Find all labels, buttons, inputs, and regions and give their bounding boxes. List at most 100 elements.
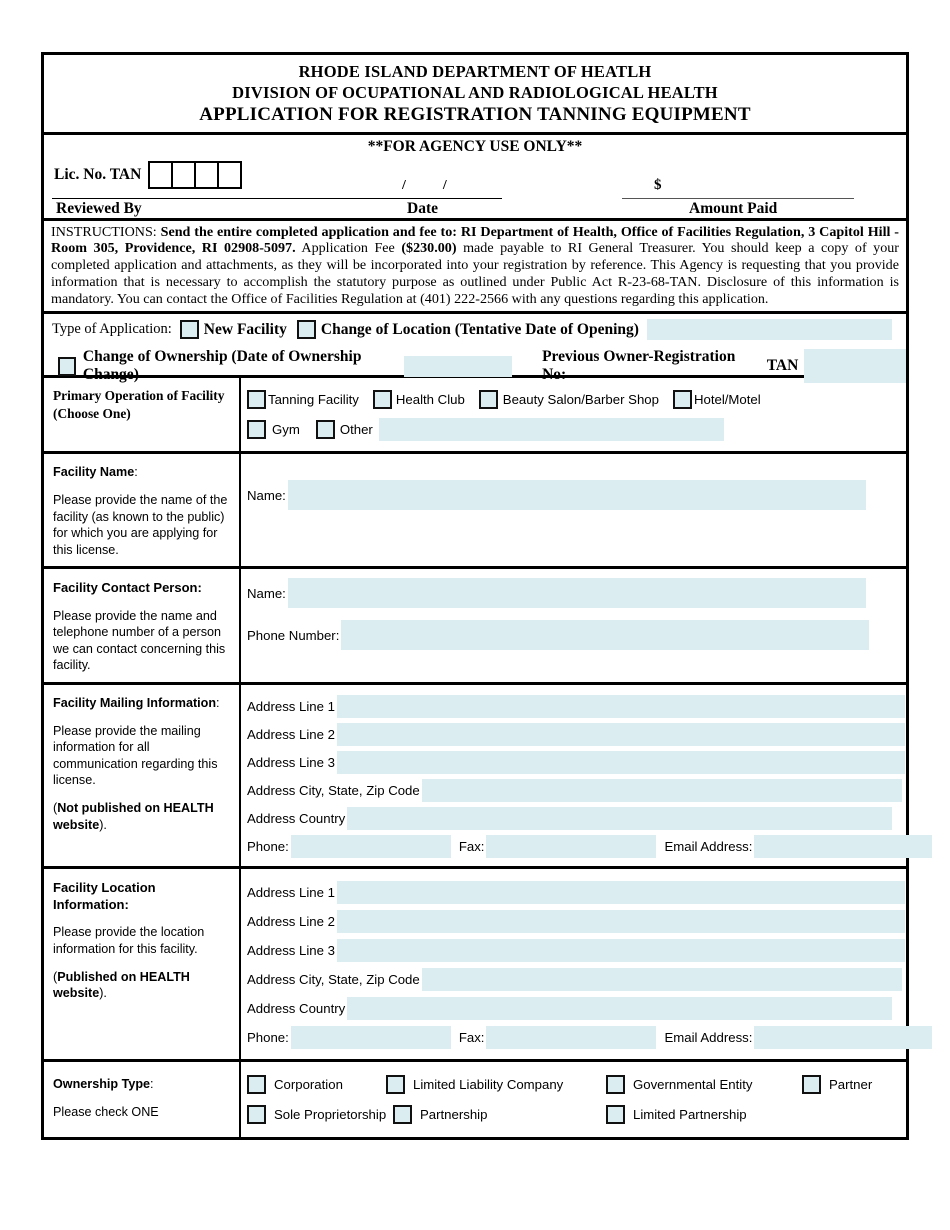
- input-mailing-fax[interactable]: [486, 834, 657, 858]
- input-location-address-line-3[interactable]: [336, 939, 905, 962]
- mailing-address-row: Address City, State, Zip Code: [241, 776, 932, 804]
- instructions-prefix: INSTRUCTIONS:: [51, 223, 157, 240]
- input-location-phone[interactable]: [290, 1026, 451, 1049]
- input-mailing-phone[interactable]: [290, 834, 451, 858]
- date-label: Date: [407, 199, 438, 217]
- application-type-label: Type of Application:: [52, 321, 172, 338]
- mailing-city-state-zip-label: Address City, State, Zip Code: [247, 782, 420, 798]
- location-contact-row: Phone: Fax: Email Address:: [241, 1023, 933, 1052]
- input-location-city-state-zip[interactable]: [421, 968, 902, 991]
- facility-name-description: Please provide the name of the facility …: [53, 492, 228, 557]
- checkbox-other[interactable]: [315, 419, 335, 439]
- header-line-3: APPLICATION FOR REGISTRATION TANNING EQU…: [199, 104, 751, 126]
- checkbox-partnership[interactable]: [393, 1104, 412, 1124]
- mailing-email-label: Email Address:: [664, 838, 753, 854]
- contact-phone-label: Phone Number:: [247, 627, 340, 643]
- location-address-row: Address Line 3: [241, 936, 932, 965]
- checkbox-governmental-entity[interactable]: [606, 1074, 625, 1094]
- input-mailing-email[interactable]: [754, 834, 933, 858]
- checkbox-gym[interactable]: [247, 419, 266, 439]
- primary-operation-row-1: Tanning Facility Health Club Beauty Salo…: [241, 386, 906, 412]
- label-new-facility: New Facility: [203, 320, 287, 338]
- mailing-phone-label: Phone:: [247, 838, 289, 854]
- checkbox-change-of-location[interactable]: [296, 320, 316, 340]
- primary-operation-row-2: Gym Other: [241, 416, 906, 442]
- license-digit-box[interactable]: [148, 160, 174, 189]
- label-corporation: Corporation: [274, 1076, 343, 1092]
- input-location-email[interactable]: [754, 1026, 933, 1049]
- primary-operation-options: Tanning Facility Health Club Beauty Salo…: [241, 378, 906, 451]
- input-location-fax[interactable]: [486, 1026, 657, 1049]
- facility-name-fields: Name:: [241, 454, 906, 551]
- checkbox-change-of-ownership[interactable]: [58, 356, 76, 376]
- input-contact-name[interactable]: [287, 578, 866, 609]
- contact-phone-row: Phone Number:: [241, 620, 906, 651]
- mailing-contact-row: Phone: Fax: Email Address:: [241, 832, 933, 860]
- contact-person-labels: Facility Contact Person: Please provide …: [44, 569, 241, 682]
- label-limited-partnership: Limited Partnership: [633, 1106, 747, 1122]
- location-fax-label: Fax:: [458, 1030, 485, 1045]
- mailing-address-line-3-label: Address Line 3: [247, 754, 335, 770]
- input-mailing-city-state-zip[interactable]: [421, 778, 902, 802]
- checkbox-health-club[interactable]: [372, 389, 392, 409]
- input-facility-name[interactable]: [287, 480, 866, 511]
- license-number-boxes: [148, 160, 243, 189]
- ownership-heading-colon: :: [150, 1077, 154, 1091]
- dollar-sign: $: [654, 176, 662, 193]
- checkbox-limited-partnership[interactable]: [606, 1104, 625, 1124]
- location-email-label: Email Address:: [664, 1030, 753, 1045]
- facility-name-heading-text: Facility Name: [53, 465, 135, 480]
- checkbox-beauty-salon-barber-shop[interactable]: [478, 389, 498, 409]
- facility-name-labels: Facility Name: Please provide the name o…: [44, 454, 241, 567]
- ownership-labels: Ownership Type: Please check ONE: [44, 1062, 241, 1137]
- mailing-fields: Address Line 1 Address Line 2 Address Li…: [241, 685, 933, 866]
- ownership-type-section: Ownership Type: Please check ONE Corpora…: [44, 1062, 906, 1137]
- input-location-address-line-1[interactable]: [336, 881, 905, 904]
- contact-person-description: Please provide the name and telephone nu…: [53, 608, 226, 673]
- label-limited-liability-company: Limited Liability Company: [413, 1076, 564, 1092]
- instructions-fee-amount: ($230.00): [401, 240, 457, 257]
- mailing-address-row: Address Country: [241, 804, 932, 832]
- contact-person-fields: Name: Phone Number:: [241, 569, 906, 666]
- checkbox-partner[interactable]: [802, 1074, 821, 1094]
- location-labels: Facility Location Information: Please pr…: [44, 869, 241, 1059]
- license-digit-box[interactable]: [217, 160, 243, 189]
- location-address-row: Address Country: [241, 994, 932, 1023]
- location-fields: Address Line 1 Address Line 2 Address Li…: [241, 869, 933, 1059]
- location-address-row: Address City, State, Zip Code: [241, 965, 932, 994]
- header-line-2: DIVISION OF OCUPATIONAL AND RADIOLOGICAL…: [232, 83, 718, 103]
- input-tentative-date-of-opening[interactable]: [646, 319, 892, 341]
- input-contact-phone[interactable]: [341, 620, 870, 651]
- form-container: RHODE ISLAND DEPARTMENT OF HEATLH DIVISI…: [41, 52, 933, 1140]
- checkbox-new-facility[interactable]: [179, 320, 199, 340]
- date-slashes: / /: [402, 178, 484, 194]
- checkbox-tanning-facility[interactable]: [247, 389, 266, 409]
- location-note-close: ).: [99, 986, 107, 1001]
- input-mailing-address-line-2[interactable]: [336, 722, 905, 746]
- header-line-1: RHODE ISLAND DEPARTMENT OF HEATLH: [298, 62, 652, 81]
- license-number-group: Lic. No. TAN: [54, 160, 243, 189]
- input-mailing-address-line-3[interactable]: [336, 750, 905, 774]
- mailing-address-row: Address Line 3: [241, 748, 932, 776]
- ownership-row-2: Sole Proprietorship Partnership Limited …: [241, 1101, 906, 1127]
- checkbox-sole-proprietorship[interactable]: [247, 1104, 266, 1124]
- input-location-country[interactable]: [347, 997, 893, 1020]
- mailing-heading-text: Facility Mailing Information: [53, 696, 217, 710]
- checkbox-hotel-motel[interactable]: [672, 389, 692, 409]
- label-gym: Gym: [272, 421, 300, 437]
- application-type-row-1: Type of Application: New Facility Change…: [52, 319, 892, 341]
- checkbox-limited-liability-company[interactable]: [386, 1074, 405, 1094]
- checkbox-corporation[interactable]: [247, 1074, 266, 1094]
- input-location-address-line-2[interactable]: [336, 910, 905, 933]
- input-date-of-ownership-change[interactable]: [403, 355, 513, 377]
- label-tanning-facility: Tanning Facility: [268, 391, 359, 407]
- facility-name-field-label: Name:: [247, 487, 286, 503]
- input-mailing-address-line-1[interactable]: [336, 694, 905, 718]
- reviewed-by-label: Reviewed By: [56, 199, 142, 217]
- primary-operation-labels: Primary Operation of Facility (Choose On…: [44, 378, 241, 452]
- input-mailing-country[interactable]: [347, 806, 893, 830]
- license-digit-box[interactable]: [171, 160, 197, 189]
- input-other-operation[interactable]: [378, 417, 724, 441]
- license-digit-box[interactable]: [194, 160, 220, 189]
- primary-operation-subheading: (Choose One): [53, 406, 131, 422]
